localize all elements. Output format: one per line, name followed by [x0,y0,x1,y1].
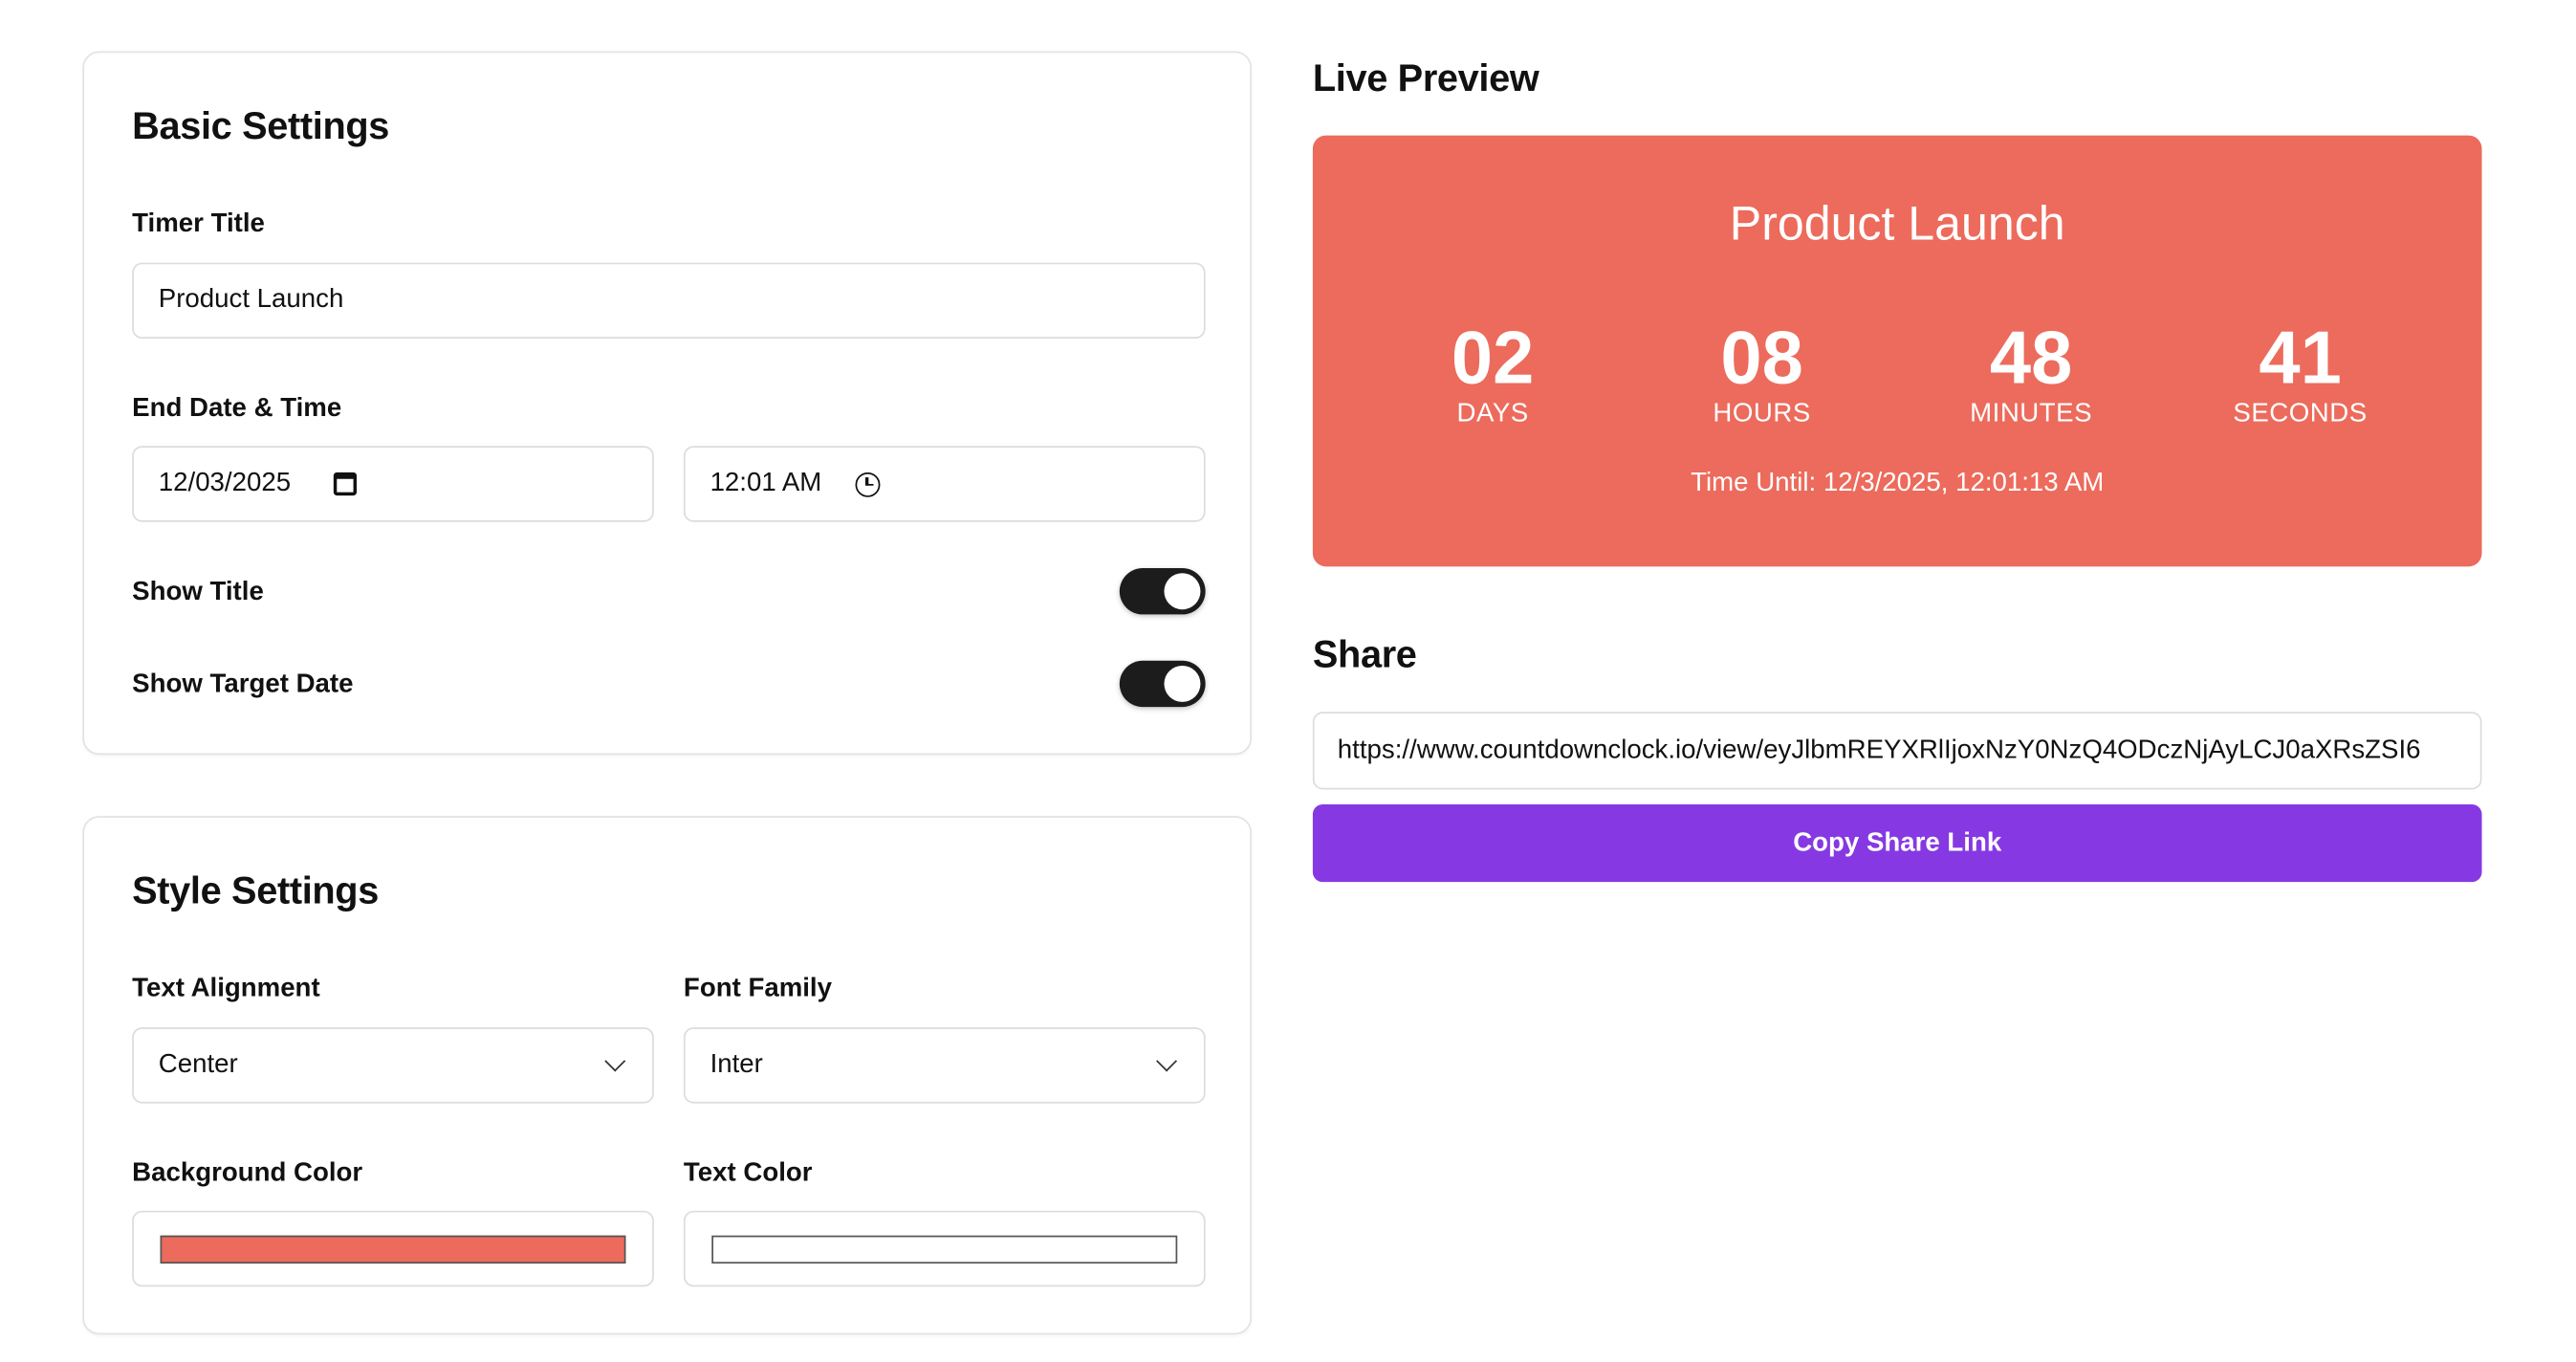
show-target-date-label: Show Target Date [132,670,354,699]
share-url-input[interactable]: https://www.countdownclock.io/view/eyJlb… [1312,712,2482,790]
days-value: 02 [1451,315,1535,400]
background-color-swatch[interactable] [160,1235,626,1264]
end-date-input[interactable]: 12/03/2025 [132,446,654,522]
text-alignment-value: Center [158,1050,238,1079]
show-target-date-toggle[interactable] [1119,660,1206,708]
text-alignment-select[interactable]: Center [132,1027,654,1104]
basic-settings-heading: Basic Settings [132,103,390,147]
font-family-label: Font Family [683,974,832,1003]
style-settings-card: Style Settings Text Alignment Font Famil… [82,816,1252,1335]
end-datetime-label: End Date & Time [132,394,342,424]
app-root: Basic Settings Timer Title Product Launc… [0,0,2576,1362]
end-time-value: 12:01 AM [709,469,822,497]
days-unit: 02 DAYS [1377,314,1608,429]
toggle-knob [1164,573,1201,610]
share-url-value: https://www.countdownclock.io/view/eyJlb… [1337,736,2421,765]
hours-label: HOURS [1713,399,1811,428]
basic-settings-card: Basic Settings Timer Title Product Launc… [82,51,1252,756]
hours-unit: 08 HOURS [1647,314,1878,429]
clock-icon[interactable] [854,472,880,496]
countdown-preview: Product Launch 02 DAYS 08 HOURS 48 MINUT… [1312,135,2482,567]
show-title-toggle[interactable] [1119,568,1206,615]
copy-share-link-button[interactable]: Copy Share Link [1312,804,2482,883]
target-date-text: Time Until: 12/3/2025, 12:01:13 AM [1691,469,2105,497]
text-color-picker[interactable] [683,1210,1206,1287]
end-time-input[interactable]: 12:01 AM [683,446,1206,522]
minutes-value: 48 [1989,315,2073,400]
minutes-unit: 48 MINUTES [1915,314,2147,429]
days-label: DAYS [1456,399,1529,428]
timer-title-label: Timer Title [132,209,265,238]
style-settings-heading: Style Settings [132,868,379,912]
calendar-icon[interactable] [333,472,358,496]
font-family-select[interactable]: Inter [683,1027,1206,1104]
background-color-picker[interactable] [132,1210,654,1287]
text-color-label: Text Color [683,1159,813,1188]
background-color-label: Background Color [132,1159,363,1188]
end-date-value: 12/03/2025 [158,469,292,497]
show-title-label: Show Title [132,578,264,606]
text-color-swatch[interactable] [711,1235,1178,1264]
hours-value: 08 [1720,315,1803,400]
chevron-down-icon [604,1050,626,1072]
toggle-knob [1164,665,1201,702]
share-heading: Share [1312,632,1417,676]
text-alignment-label: Text Alignment [132,974,320,1003]
live-preview-heading: Live Preview [1312,55,1539,99]
timer-title-value: Product Launch [158,285,344,315]
chevron-down-icon [1156,1050,1178,1072]
seconds-unit: 41 SECONDS [2185,314,2416,429]
preview-title: Product Launch [1729,198,2065,252]
timer-title-input[interactable]: Product Launch [132,262,1206,340]
seconds-label: SECONDS [2233,399,2368,428]
font-family-value: Inter [709,1050,763,1079]
minutes-label: MINUTES [1970,399,2093,428]
seconds-value: 41 [2259,315,2342,400]
